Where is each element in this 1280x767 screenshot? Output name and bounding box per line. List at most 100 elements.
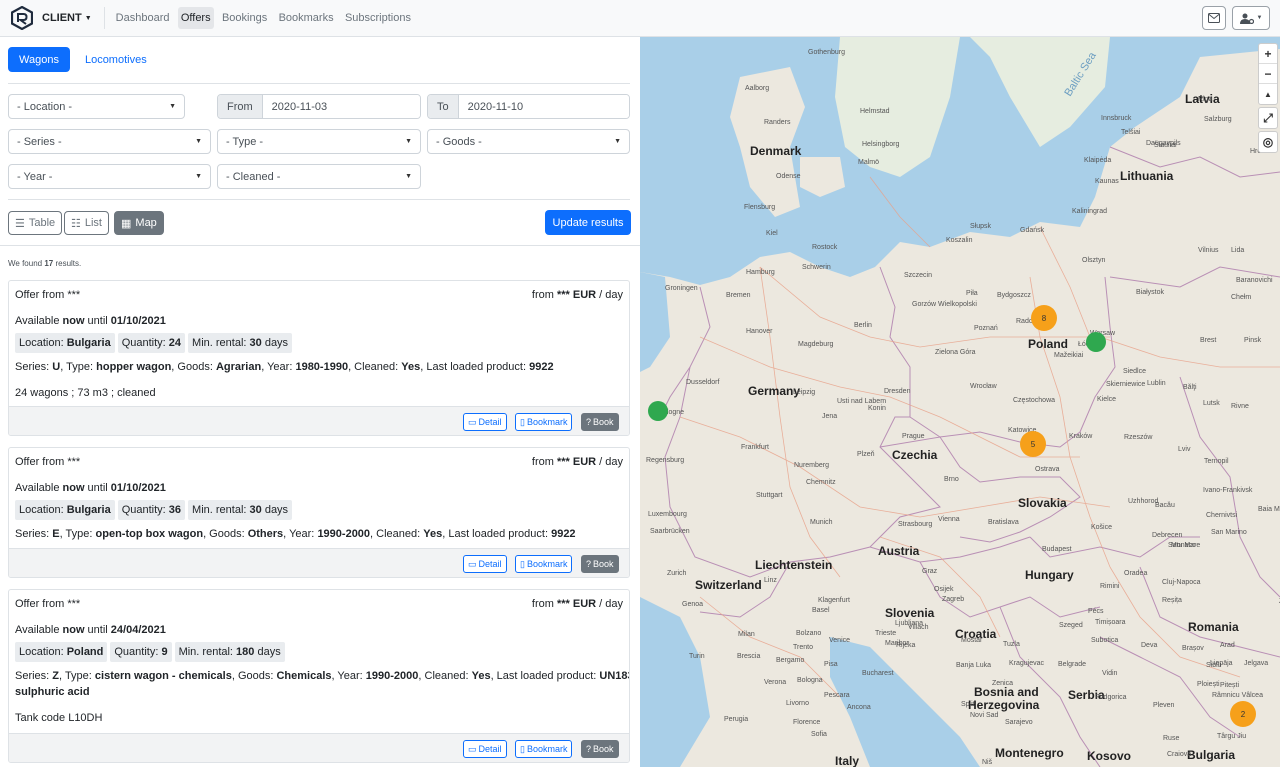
city-label: Munich [810, 519, 833, 526]
nav-offers[interactable]: Offers [177, 7, 214, 29]
offer-card: Offer from *** from *** EUR / day Availa… [8, 447, 630, 578]
city-label: Kragujevac [1009, 660, 1045, 667]
city-label: Livorno [786, 700, 809, 707]
map-cluster-marker[interactable] [648, 401, 668, 421]
geolocate-button[interactable]: ◎ [1259, 132, 1277, 152]
bookmark-button[interactable]: ▯ Bookmark [515, 740, 573, 758]
city-label: Regensburg [646, 457, 684, 464]
city-label: Daugavpils [1146, 140, 1181, 147]
city-label: Turin [689, 653, 705, 660]
type-select[interactable]: - Type - ▼ [217, 129, 421, 154]
city-label: Piła [966, 290, 978, 297]
offers-map[interactable]: Denmark Poland Germany Czechia Austria Hungar… [640, 37, 1280, 767]
book-button[interactable]: ? Book [581, 413, 619, 431]
to-date-input[interactable]: 2020-11-10 [458, 95, 629, 118]
nav-dashboard[interactable]: Dashboard [113, 7, 173, 29]
book-button[interactable]: ? Book [581, 740, 619, 758]
city-label: Aalborg [745, 85, 769, 92]
zoom-out-button[interactable]: − [1259, 64, 1277, 84]
city-label: Jelgava [1244, 660, 1268, 667]
city-label: Innsbruck [1101, 115, 1132, 122]
city-label: Randers [764, 119, 791, 126]
messages-button[interactable] [1202, 6, 1226, 30]
compass-button[interactable]: ▲ [1259, 84, 1277, 104]
city-label: Linz [764, 577, 777, 584]
series-select[interactable]: - Series - ▼ [8, 129, 211, 154]
city-label: Chełm [1231, 294, 1251, 301]
location-select[interactable]: - Location - ▼ [8, 94, 185, 119]
bookmark-icon: ▯ [520, 416, 525, 427]
logo-icon[interactable] [10, 6, 34, 30]
tab-locomotives[interactable]: Locomotives [74, 47, 158, 72]
country-label: Liechtenstein [755, 558, 832, 572]
city-label: Helsingborg [862, 141, 899, 148]
city-label: Niš [982, 759, 993, 766]
city-label: Telšiai [1121, 129, 1141, 136]
city-label: Sofia [811, 731, 827, 738]
city-label: Chernivtsi [1206, 512, 1238, 519]
city-label: Berlin [854, 322, 872, 329]
bookmark-button[interactable]: ▯ Bookmark [515, 555, 573, 573]
map-canvas[interactable]: DenmarkPolandGermanyCzechiaAustriaHungar… [640, 37, 1280, 767]
city-label: Bremen [726, 292, 751, 299]
cleaned-select[interactable]: - Cleaned - ▼ [217, 164, 421, 189]
city-label: Florence [793, 719, 820, 726]
tab-wagons[interactable]: Wagons [8, 47, 70, 72]
card-footer: ▭ Detail ▯ Bookmark ? Book [9, 548, 629, 577]
view-table-button[interactable]: ☰ Table [8, 211, 63, 235]
city-label: Deva [1141, 642, 1157, 649]
view-list-button[interactable]: ☷ List [64, 211, 109, 235]
offer-card: Offer from *** from *** EUR / day Availa… [8, 589, 630, 763]
year-select[interactable]: - Year - ▼ [8, 164, 211, 189]
detail-label: Detail [478, 559, 502, 569]
from-date-input[interactable]: 2020-11-03 [262, 95, 420, 118]
offer-note: 24 wagons ; 73 m3 ; cleaned [15, 387, 156, 399]
city-label: Saarbrücken [650, 528, 690, 535]
city-label: Dusseldorf [686, 379, 720, 386]
detail-button[interactable]: ▭ Detail [463, 740, 507, 758]
book-label: Book [593, 417, 614, 427]
city-label: Pescara [824, 692, 850, 699]
map-cluster-marker[interactable] [1086, 332, 1106, 352]
city-label: Arad [1220, 642, 1235, 649]
goods-select[interactable]: - Goods - ▼ [427, 129, 630, 154]
city-label: Chemnitz [806, 479, 836, 486]
city-label: Bacău [1155, 502, 1175, 509]
book-button[interactable]: ? Book [581, 555, 619, 573]
year-select-value: - Year - [17, 170, 53, 183]
city-label: Verona [764, 679, 786, 686]
city-label: San Marino [1211, 529, 1247, 536]
city-label: Kraków [1069, 433, 1093, 440]
city-label: Rzeszów [1124, 434, 1153, 441]
nav-bookings[interactable]: Bookings [219, 7, 270, 29]
city-label: Prague [902, 433, 925, 440]
detail-button[interactable]: ▭ Detail [463, 555, 507, 573]
city-label: Osijek [934, 586, 954, 593]
chevron-down-icon: ▼ [195, 138, 202, 145]
availability: Available now until 24/04/2021 [15, 624, 166, 636]
update-results-button[interactable]: Update results [545, 210, 631, 235]
bookmark-button[interactable]: ▯ Bookmark [515, 413, 573, 431]
zoom-in-button[interactable]: + [1259, 44, 1277, 64]
city-label: Sarajevo [1005, 719, 1033, 726]
client-menu[interactable]: CLIENT ▼ [42, 12, 92, 24]
detail-button[interactable]: ▭ Detail [463, 413, 507, 431]
city-label: Budapest [1042, 546, 1072, 553]
city-label: Ostrava [1035, 466, 1060, 473]
nav-subscriptions[interactable]: Subscriptions [342, 7, 414, 29]
offer-from: Offer from *** [15, 456, 81, 468]
city-label: Mostar [961, 637, 983, 644]
offers-panel: Wagons Locomotives - Location - ▼ From 20… [0, 37, 640, 767]
country-label: Kosovo [1087, 749, 1131, 763]
fullscreen-button[interactable]: ⤢ [1259, 108, 1277, 128]
city-label: Gothenburg [808, 49, 845, 56]
to-label: To [428, 95, 459, 118]
divider [103, 7, 105, 29]
view-map-label: Map [135, 217, 157, 229]
user-menu-button[interactable]: ▼ [1232, 6, 1270, 30]
city-label: Zagreb [942, 596, 964, 603]
nav-bookmarks[interactable]: Bookmarks [276, 7, 337, 29]
view-map-button[interactable]: ▦ Map [114, 211, 164, 235]
city-label: Ploiești [1197, 681, 1220, 688]
city-label: Groningen [665, 285, 698, 292]
